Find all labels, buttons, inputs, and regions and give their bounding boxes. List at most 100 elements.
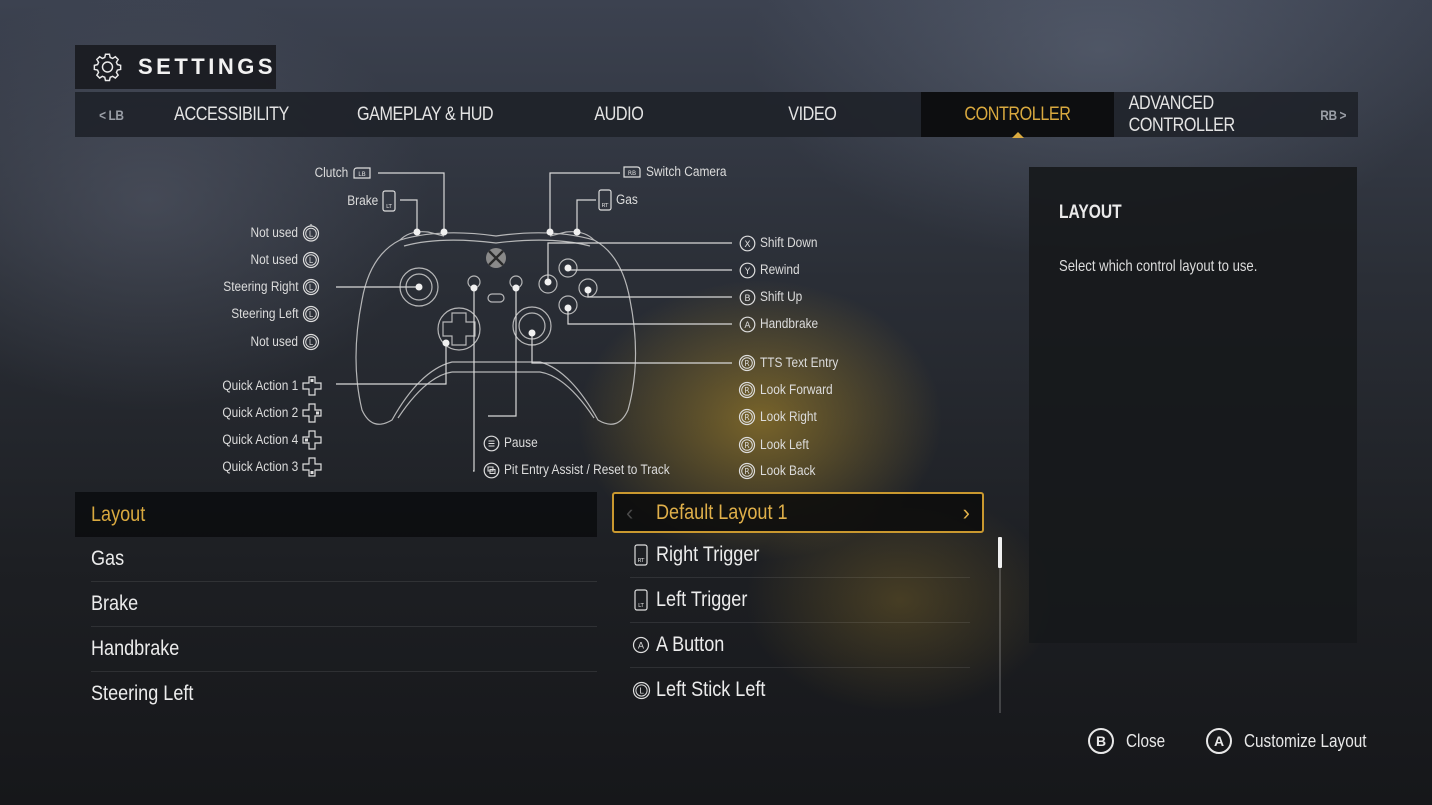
binding-list-scroll-thumb[interactable] (998, 537, 1002, 568)
prev-tab-label: < LB (98, 106, 124, 123)
diagram-label-steering-left: Steering Left L (222, 305, 320, 323)
action-row-brake[interactable]: Brake (91, 582, 597, 627)
a-button-icon: A (739, 316, 756, 333)
diagram-label-shift-up: B Shift Up (739, 289, 808, 306)
layout-selector[interactable]: ‹ Default Layout 1 › (612, 492, 984, 533)
dpad-down-icon (302, 457, 322, 477)
rt-button-icon: RT (598, 189, 612, 211)
action-list: Layout Gas Brake Handbrake Steering Left (75, 492, 597, 716)
diagram-label-quick-action-3: Quick Action 3 (212, 457, 322, 477)
controller-outline (355, 231, 637, 425)
prev-tab-bumper[interactable]: < LB (75, 92, 147, 137)
layout-selector-value: Default Layout 1 (656, 501, 809, 525)
chevron-left-icon[interactable]: ‹ (626, 500, 656, 526)
diagram-label-look-left: R Look Left (738, 436, 815, 454)
label-text: Not used (250, 251, 299, 267)
right-stick-down-icon: R (738, 462, 756, 480)
tab-controller[interactable]: CONTROLLER (921, 92, 1114, 138)
left-stick-right-icon: L (302, 278, 320, 296)
binding-list: ‹ Default Layout 1 › RT Right Trigger LT… (612, 492, 984, 712)
svg-text:Y: Y (744, 267, 751, 277)
svg-text:L: L (309, 256, 314, 265)
left-stick-up-icon: L (302, 224, 320, 242)
svg-text:LT: LT (386, 204, 392, 210)
action-label: Gas (91, 547, 125, 570)
tab-audio[interactable]: AUDIO (535, 92, 703, 137)
action-row-handbrake[interactable]: Handbrake (91, 627, 597, 672)
y-button-icon: Y (739, 262, 756, 279)
leader-dots (413, 228, 592, 347)
binding-value: Left Stick Left (656, 678, 766, 701)
label-text: Brake (347, 192, 379, 208)
label-text: Steering Left (230, 305, 299, 321)
diagram-label-look-forward: R Look Forward (738, 381, 842, 399)
binding-row-handbrake[interactable]: A A Button (630, 623, 970, 668)
tab-label: CONTROLLER (964, 103, 1071, 125)
action-row-gas[interactable]: Gas (91, 537, 597, 582)
label-text: Shift Down (759, 235, 818, 251)
svg-text:L: L (309, 230, 314, 239)
action-row-steering-left[interactable]: Steering Left (91, 672, 597, 716)
lt-button-icon: LT (382, 190, 396, 212)
rb-button-icon: RB (623, 166, 641, 179)
tab-gameplay-hud[interactable]: GAMEPLAY & HUD (315, 92, 535, 137)
menu-button-icon (483, 435, 500, 452)
label-text: Pit Entry Assist / Reset to Track (503, 462, 670, 478)
b-button-icon: B (1088, 728, 1114, 754)
action-row-layout[interactable]: Layout (75, 492, 597, 537)
label-text: Quick Action 2 (222, 404, 299, 420)
left-stick-click-icon: L (302, 333, 320, 351)
action-label: Steering Left (91, 682, 194, 705)
diagram-label-quick-action-4: Quick Action 4 (212, 430, 322, 450)
right-stick-click-icon: R (738, 354, 756, 372)
info-title-text: LAYOUT (1059, 202, 1122, 223)
svg-text:RT: RT (602, 203, 609, 209)
diagram-label-brake: Brake LT (343, 190, 396, 212)
svg-text:X: X (744, 240, 750, 250)
customize-layout-button[interactable]: A Customize Layout (1206, 728, 1388, 754)
next-tab-bumper[interactable]: RB > (1309, 92, 1358, 137)
a-button-icon: A (632, 636, 650, 654)
tab-video[interactable]: VIDEO (703, 92, 921, 137)
svg-text:R: R (744, 413, 749, 422)
diagram-label-look-back: R Look Back (738, 462, 823, 480)
layout-value-text: Default Layout 1 (656, 500, 788, 524)
diagram-label-pit-entry-assist: Pit Entry Assist / Reset to Track (483, 462, 692, 479)
left-stick-left-icon: L (302, 305, 320, 323)
diagram-label-quick-action-2: Quick Action 2 (212, 403, 322, 423)
tab-label: GAMEPLAY & HUD (356, 103, 494, 125)
tab-advanced-controller[interactable]: ADVANCED CONTROLLER (1114, 92, 1309, 137)
svg-text:LB: LB (358, 171, 365, 178)
svg-text:R: R (744, 441, 749, 450)
binding-value: Right Trigger (656, 543, 760, 566)
binding-row-gas[interactable]: RT Right Trigger (630, 533, 970, 578)
svg-text:A: A (638, 642, 645, 652)
svg-text:RB: RB (628, 170, 636, 177)
diagram-label-switch-camera: RB Switch Camera (622, 164, 737, 179)
action-label: Layout (91, 502, 146, 526)
label-text: Clutch (314, 165, 349, 180)
label-text: Switch Camera (645, 164, 727, 179)
label-text: Shift Up (759, 289, 803, 305)
gear-icon (93, 53, 122, 82)
label-text: Quick Action 4 (222, 431, 299, 447)
label-text: Look Left (759, 436, 809, 452)
info-description-text: Select which control layout to use. (1059, 258, 1258, 275)
binding-row-brake[interactable]: LT Left Trigger (630, 578, 970, 623)
dpad-left-icon (302, 430, 322, 450)
svg-text:L: L (639, 686, 644, 695)
binding-row-steering-left[interactable]: L Left Stick Left (630, 668, 970, 712)
right-stick-right-icon: R (738, 408, 756, 426)
svg-text:L: L (309, 310, 314, 319)
next-tab-label: RB > (1320, 106, 1347, 123)
view-button-icon (483, 462, 500, 479)
close-label: Close (1126, 730, 1166, 751)
svg-text:RT: RT (638, 558, 645, 564)
chevron-right-icon[interactable]: › (963, 500, 970, 526)
tab-accessibility[interactable]: ACCESSIBILITY (147, 92, 315, 137)
close-button[interactable]: B Close (1088, 728, 1172, 754)
tab-label: ACCESSIBILITY (173, 103, 289, 125)
diagram-label-steering-right: Steering Right L (213, 278, 320, 296)
label-text: Not used (250, 224, 299, 240)
diagram-label-not-used-3: Not used L (244, 333, 320, 351)
